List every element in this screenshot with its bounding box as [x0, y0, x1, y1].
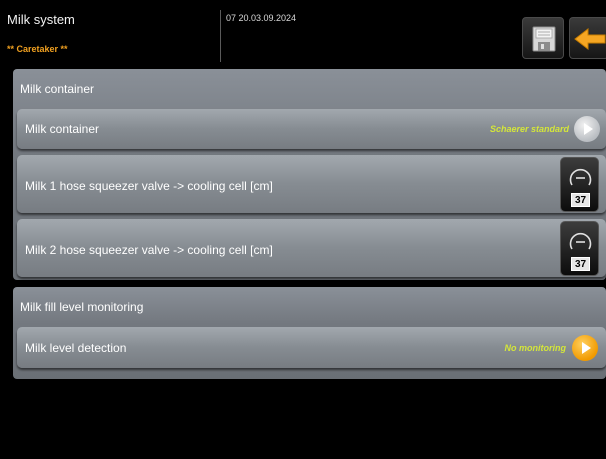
- row-milk2-hose-valve[interactable]: Milk 2 hose squeezer valve -> cooling ce…: [17, 219, 606, 277]
- user-role: ** Caretaker **: [7, 44, 68, 54]
- row-label: Milk 2 hose squeezer valve -> cooling ce…: [25, 243, 273, 257]
- row-label: Milk level detection: [25, 341, 127, 355]
- row-value: Schaerer standard: [489, 124, 569, 134]
- play-icon[interactable]: [574, 116, 600, 142]
- header-divider: [220, 10, 221, 62]
- section-title: Milk fill level monitoring: [20, 300, 144, 314]
- play-icon[interactable]: [572, 335, 598, 361]
- row-label: Milk 1 hose squeezer valve -> cooling ce…: [25, 179, 273, 193]
- header-bar: Milk system ** Caretaker ** 07 20.03.09.…: [0, 0, 606, 64]
- date-time: 07 20.03.09.2024: [226, 13, 297, 23]
- section-milk-container: Milk container Milk container Schaerer s…: [13, 69, 606, 280]
- row-milk1-hose-valve[interactable]: Milk 1 hose squeezer valve -> cooling ce…: [17, 155, 606, 213]
- row-label: Milk container: [25, 122, 100, 136]
- dial-button[interactable]: 37: [560, 221, 599, 276]
- row-milk-container[interactable]: Milk container Schaerer standard: [17, 109, 606, 149]
- page-title: Milk system: [7, 12, 75, 27]
- row-milk-level-detection[interactable]: Milk level detection No monitoring: [17, 327, 606, 368]
- section-title: Milk container: [20, 82, 95, 96]
- dial-value: 37: [571, 193, 590, 207]
- dial-value: 37: [571, 257, 590, 271]
- row-value: No monitoring: [504, 343, 567, 353]
- save-button[interactable]: [522, 17, 564, 59]
- section-milk-fill-level: Milk fill level monitoring Milk level de…: [13, 287, 606, 379]
- back-button[interactable]: [569, 17, 606, 59]
- dial-button[interactable]: 37: [560, 157, 599, 212]
